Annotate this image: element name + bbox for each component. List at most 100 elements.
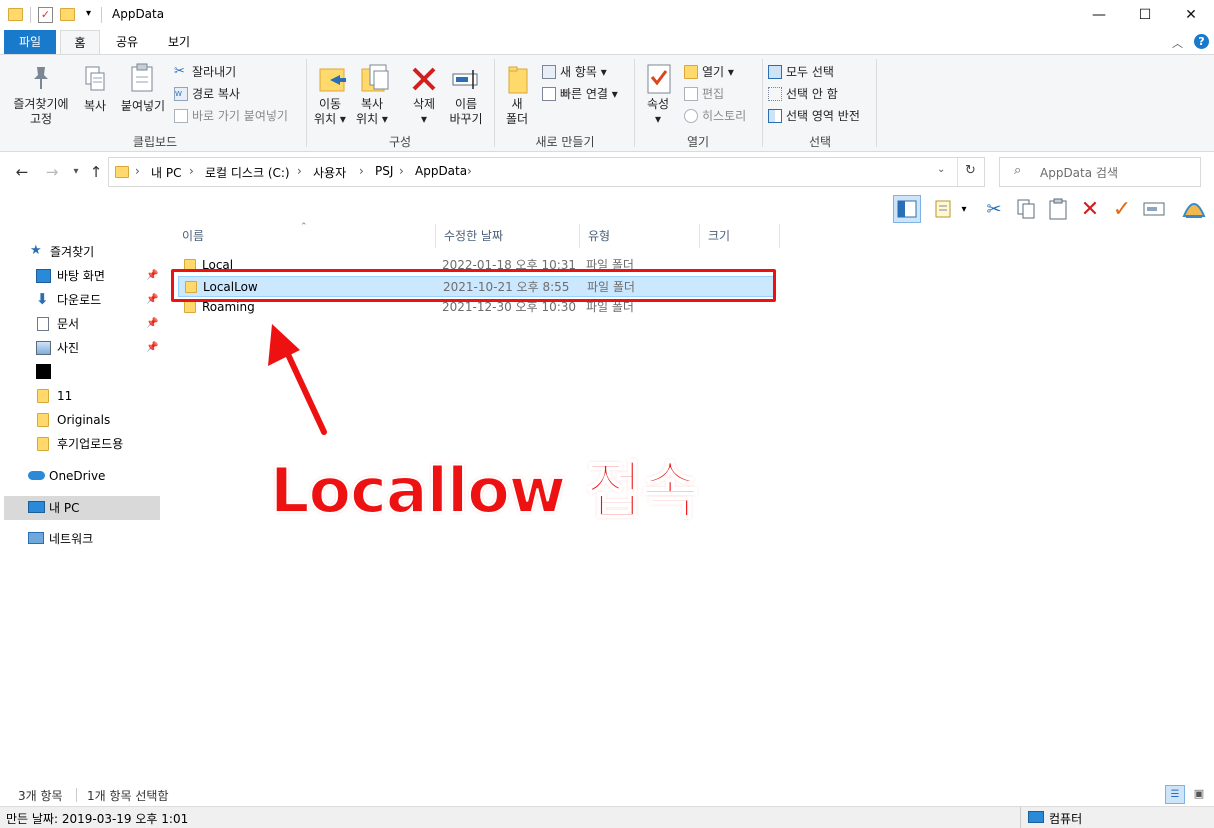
address-bar[interactable]: › 내 PC › 로컬 디스크 (C:) › 사용자 › PSJ › AppDa… [108, 157, 985, 187]
sidebar-item-onedrive[interactable]: OneDrive [4, 464, 160, 488]
refresh-icon[interactable]: ↻ [965, 163, 976, 178]
search-box[interactable]: ⌕ AppData 검색 [999, 157, 1201, 187]
pin-to-quick-access-button[interactable]: 즐겨찾기에 고정 [6, 97, 76, 127]
new-item-quick-icon[interactable] [930, 195, 958, 223]
column-header-size[interactable]: 크기 [700, 224, 780, 248]
help-icon[interactable]: ? [1194, 34, 1209, 49]
tab-view[interactable]: 보기 [156, 30, 202, 54]
sidebar-item-review-upload[interactable]: 후기업로드용 [4, 432, 160, 456]
chevron-right-icon[interactable]: › [467, 164, 472, 178]
column-header-name[interactable]: 이름 [174, 224, 436, 248]
chevron-right-icon[interactable]: › [135, 164, 140, 178]
properties-quick-icon[interactable]: ✓ [38, 7, 53, 23]
breadcrumb-local-disk[interactable]: 로컬 디스크 (C:) [205, 164, 290, 181]
sidebar-item-network[interactable]: 네트워크 [4, 527, 160, 551]
sidebar-item-label: 후기업로드용 [57, 437, 124, 451]
tab-home[interactable]: 홈 [60, 30, 100, 54]
organize-group-label: 구성 [388, 135, 412, 149]
paste-quick-icon[interactable] [1044, 195, 1072, 223]
divider [494, 59, 495, 147]
open-button[interactable]: 열기 ▾ [684, 63, 734, 80]
preview-pane-icon[interactable] [893, 195, 921, 223]
breadcrumb-psj[interactable]: PSJ [375, 164, 393, 178]
sidebar-item-black[interactable] [4, 360, 160, 384]
breadcrumb-users[interactable]: 사용자 [313, 164, 346, 181]
move-to-button[interactable]: 이동 위치 ▾ [310, 97, 350, 127]
cut-quick-icon[interactable]: ✂ [980, 195, 1008, 223]
sidebar-item-quick-access[interactable]: ★ 즐겨찾기 [4, 240, 160, 264]
status-bar: 3개 항목 1개 항목 선택함 ☰ ▣ [0, 784, 1214, 806]
close-button[interactable]: ✕ [1168, 0, 1214, 30]
scissors-icon: ✂ [174, 63, 185, 79]
sidebar-item-documents[interactable]: 문서 📌 [4, 312, 160, 336]
column-header-date[interactable]: 수정한 날짜 [436, 224, 580, 248]
paste-button[interactable]: 붙여넣기 [118, 97, 168, 114]
recent-locations-chevron-icon[interactable]: ▾ [66, 162, 86, 182]
invert-selection-button[interactable]: 선택 영역 반전 [768, 107, 860, 124]
back-arrow-icon[interactable]: ← [12, 162, 32, 182]
properties-button[interactable]: 속성 ▾ [638, 97, 678, 127]
easy-access-label: 빠른 연결 ▾ [560, 87, 618, 101]
delete-quick-icon[interactable]: ✕ [1076, 195, 1104, 223]
details-view-icon[interactable]: ☰ [1165, 785, 1185, 804]
address-history-chevron-icon[interactable]: ⌄ [937, 164, 945, 175]
tab-share[interactable]: 공유 [106, 30, 148, 54]
chevron-right-icon[interactable]: › [399, 164, 404, 178]
chevron-down-icon[interactable]: ▾ [86, 8, 91, 19]
rename-quick-icon[interactable] [1140, 195, 1168, 223]
history-button[interactable]: 히스토리 [684, 107, 746, 124]
copy-path-button[interactable]: W 경로 복사 [174, 85, 240, 102]
copy-quick-icon[interactable] [1012, 195, 1040, 223]
shell-icon[interactable] [1180, 195, 1208, 223]
computer-icon [1028, 811, 1044, 823]
up-arrow-icon[interactable]: ↑ [86, 162, 106, 182]
new-item-button[interactable]: 새 항목 ▾ [542, 63, 607, 80]
select-none-button[interactable]: 선택 안 함 [768, 85, 838, 102]
created-date: 만든 날짜: 2019-03-19 오후 1:01 [6, 812, 189, 826]
chevron-right-icon[interactable]: › [359, 164, 364, 178]
ribbon: 즐겨찾기에 고정 복사 붙여넣기 ✂ 잘라내기 W 경로 복사 바로 가기 붙여… [0, 54, 1214, 152]
sidebar-item-desktop[interactable]: 바탕 화면 📌 [4, 264, 160, 288]
new-group-label: 새로 만들기 [535, 135, 595, 149]
copy-path-icon: W [174, 86, 188, 101]
edit-button[interactable]: 편집 [684, 85, 724, 102]
chevron-right-icon[interactable]: › [297, 164, 302, 178]
rename-button[interactable]: 이름 바꾸기 [444, 97, 488, 127]
selection-count: 1개 항목 선택함 [87, 789, 169, 803]
sidebar-item-11[interactable]: 11 [4, 384, 160, 408]
copy-button[interactable]: 복사 [78, 97, 112, 114]
new-folder-quick-icon[interactable] [60, 8, 75, 21]
minimize-button[interactable]: — [1076, 0, 1122, 30]
title-bar: ✓ ▾ AppData — ☐ ✕ [0, 0, 1214, 30]
sidebar-item-originals[interactable]: Originals [4, 408, 160, 432]
sidebar-item-label: 바탕 화면 [57, 269, 105, 283]
chevron-right-icon[interactable]: › [189, 164, 194, 178]
sidebar-item-label: Originals [57, 413, 111, 427]
forward-arrow-icon[interactable]: → [42, 162, 62, 182]
divider [306, 59, 307, 147]
large-icons-view-icon[interactable]: ▣ [1189, 785, 1209, 804]
sidebar-item-label: 11 [57, 389, 73, 403]
edit-icon [684, 86, 698, 101]
sidebar-item-downloads[interactable]: ⬇ 다운로드 📌 [4, 288, 160, 312]
chevron-down-icon[interactable]: ▾ [956, 195, 972, 223]
easy-access-button[interactable]: 빠른 연결 ▾ [542, 85, 618, 102]
details-bar: 만든 날짜: 2019-03-19 오후 1:01 컴퓨터 [0, 806, 1214, 828]
copy-to-button[interactable]: 복사 위치 ▾ [352, 97, 392, 127]
collapse-ribbon-icon[interactable]: ︿ [1172, 35, 1183, 51]
search-input[interactable]: AppData 검색 [1040, 164, 1118, 181]
tab-file[interactable]: 파일 [4, 30, 56, 54]
properties-check-icon[interactable]: ✓ [1108, 195, 1136, 223]
delete-button[interactable]: 삭제 ▾ [404, 97, 444, 127]
cut-button[interactable]: ✂ 잘라내기 [174, 63, 236, 80]
maximize-button[interactable]: ☐ [1122, 0, 1168, 30]
breadcrumb-this-pc[interactable]: 내 PC [151, 164, 181, 181]
sidebar-item-pictures[interactable]: 사진 📌 [4, 336, 160, 360]
sidebar-item-this-pc[interactable]: 내 PC [4, 496, 160, 520]
paste-shortcut-button[interactable]: 바로 가기 붙여넣기 [174, 107, 288, 124]
column-header-type[interactable]: 유형 [580, 224, 700, 248]
select-all-button[interactable]: 모두 선택 [768, 63, 834, 80]
new-folder-button[interactable]: 새 폴더 [498, 97, 536, 127]
divider [101, 7, 102, 23]
breadcrumb-appdata[interactable]: AppData [415, 164, 467, 178]
